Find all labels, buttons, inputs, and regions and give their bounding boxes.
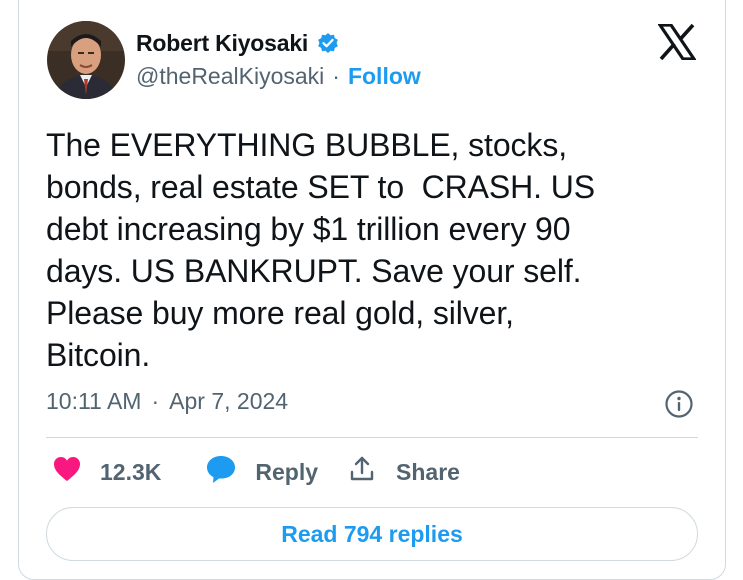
share-upload-icon (348, 455, 376, 489)
share-button[interactable]: Share (348, 455, 460, 489)
handle-separator: · (332, 63, 340, 89)
read-replies-button[interactable]: Read 794 replies (46, 507, 698, 561)
follow-button[interactable]: Follow (348, 63, 421, 90)
author-display-name[interactable]: Robert Kiyosaki (136, 30, 308, 57)
like-count: 12.3K (100, 458, 162, 485)
share-label: Share (396, 458, 460, 485)
info-icon[interactable] (664, 389, 694, 419)
verified-badge-icon (316, 32, 340, 56)
tweet-time: 10:11 AM (46, 388, 142, 414)
author-handle-row: @theRealKiyosaki · Follow (136, 63, 421, 90)
tweet-timestamp[interactable]: 10:11 AM · Apr 7, 2024 (46, 388, 288, 415)
tweet-text: The EVERYTHING BUBBLE, stocks, bonds, re… (46, 127, 595, 373)
like-button[interactable]: 12.3K (52, 455, 161, 489)
speech-bubble-icon (205, 454, 237, 490)
tweet-date: Apr 7, 2024 (169, 388, 289, 414)
timestamp-separator: · (151, 388, 160, 414)
reply-button[interactable]: Reply (205, 454, 318, 490)
author-name-row: Robert Kiyosaki (136, 30, 340, 57)
author-handle[interactable]: @theRealKiyosaki (136, 63, 324, 90)
x-logo-icon[interactable] (656, 23, 698, 61)
divider (46, 437, 698, 438)
reply-label: Reply (255, 458, 319, 485)
tweet-actions: 12.3K Reply Share (52, 454, 460, 490)
author-avatar[interactable] (47, 21, 125, 99)
heart-icon (52, 455, 82, 489)
